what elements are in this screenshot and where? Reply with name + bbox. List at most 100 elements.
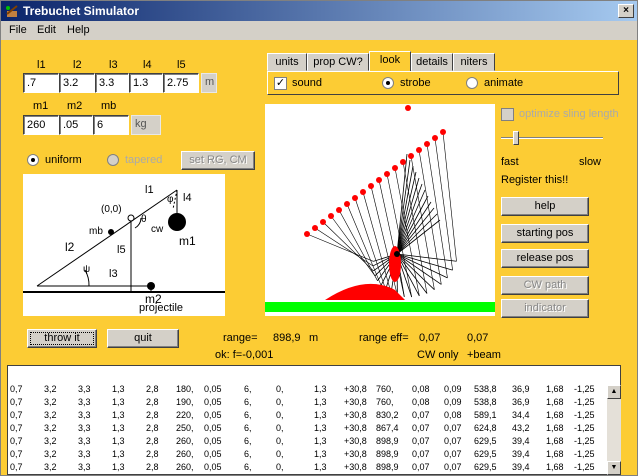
close-button[interactable]: × — [618, 4, 634, 18]
menu-help[interactable]: Help — [67, 24, 90, 36]
table-cell: 0,05 — [204, 449, 222, 459]
m2-field[interactable]: .05 — [59, 115, 93, 135]
mb-field[interactable]: 6 — [93, 115, 129, 135]
table-cell: 1,3 — [314, 410, 327, 420]
projectile-strobe-dot — [320, 219, 326, 225]
header-m1: m1 — [33, 100, 49, 112]
beam-strobe-line — [396, 253, 448, 279]
l2-field[interactable]: 3.2 — [59, 73, 95, 93]
table-cell: 1,3 — [112, 462, 125, 472]
m1-field[interactable]: 260 — [23, 115, 59, 135]
table-cell: 3,3 — [78, 384, 91, 394]
tab-details[interactable]: details — [411, 53, 453, 71]
trebuchet-app-icon — [6, 5, 18, 17]
scroll-up-icon[interactable]: ▲ — [607, 385, 621, 399]
table-cell: 0, — [276, 436, 284, 446]
table-cell: 3,3 — [78, 410, 91, 420]
table-cell: 0,08 — [412, 384, 430, 394]
table-cell: 0,07 — [412, 462, 430, 472]
origin-label: (0,0) — [101, 204, 122, 215]
cw-path-button[interactable]: CW path — [501, 276, 589, 295]
table-cell: 1,3 — [112, 397, 125, 407]
table-cell: 0,09 — [444, 384, 462, 394]
simulation-canvas — [265, 104, 495, 316]
table-cell: 36,9 — [512, 384, 530, 394]
tapered-radio[interactable] — [107, 154, 119, 166]
title-bar[interactable]: Trebuchet Simulator × — [1, 1, 637, 21]
table-cell: 629,5 — [474, 436, 497, 446]
results-table[interactable]: 0,7 3,2 3,3 1,3 2,8 180, 0,05 6, 0, 1,3 +30,8 760, 0… — [7, 365, 621, 475]
animate-radio[interactable] — [466, 77, 478, 89]
indicator-button[interactable]: indicator — [501, 299, 589, 318]
diagram-m1-label: m1 — [179, 234, 196, 248]
table-cell: 629,5 — [474, 449, 497, 459]
release-pos-button[interactable]: release pos — [501, 249, 589, 268]
tab-niters[interactable]: niters — [453, 53, 495, 71]
table-cell: 898,9 — [376, 449, 399, 459]
l4-field[interactable]: 1.3 — [129, 73, 163, 93]
diagram-l1-label: l1 — [145, 184, 154, 196]
table-cell: 1,3 — [314, 462, 327, 472]
projectile-strobe-dot — [432, 135, 438, 141]
table-cell: 898,9 — [376, 462, 399, 472]
table-cell: 43,2 — [512, 423, 530, 433]
table-cell: 0,07 — [444, 462, 462, 472]
sling-strobe-line — [442, 131, 457, 262]
starting-pos-button[interactable]: starting pos — [501, 224, 589, 243]
table-cell: 1,3 — [314, 397, 327, 407]
window-title: Trebuchet Simulator — [23, 4, 140, 18]
menu-file[interactable]: File — [9, 24, 27, 36]
table-cell: 6, — [244, 410, 252, 420]
register-label[interactable]: Register this!! — [501, 174, 568, 186]
table-cell: 3,2 — [44, 410, 57, 420]
table-scrollbar[interactable]: ▲ ▼ — [607, 385, 621, 475]
quit-button[interactable]: quit — [107, 329, 179, 348]
table-cell: 39,4 — [512, 462, 530, 472]
table-cell: 0, — [276, 384, 284, 394]
table-cell: 3,2 — [44, 436, 57, 446]
range-unit: m — [309, 332, 319, 344]
table-cell: -1,25 — [574, 410, 595, 420]
table-cell: 180, — [176, 384, 194, 394]
table-cell: 220, — [176, 410, 194, 420]
ground-bar — [265, 302, 495, 312]
table-cell: 1,68 — [546, 449, 564, 459]
table-cell: 2,8 — [146, 397, 159, 407]
set-rg-cm-button[interactable]: set RG, CM — [181, 151, 255, 170]
tab-prop-cw[interactable]: prop CW? — [307, 53, 369, 71]
projectile-strobe-dot — [328, 213, 334, 219]
scroll-down-icon[interactable]: ▼ — [607, 461, 621, 475]
diagram-l5-label: l5 — [117, 244, 126, 256]
sound-checkbox[interactable]: ✓ — [274, 77, 287, 90]
l5-field[interactable]: 2.75 — [163, 73, 199, 93]
sling-strobe-line — [330, 215, 376, 276]
release-projectile-dot — [405, 105, 411, 111]
strobe-drawing — [265, 105, 495, 312]
table-cell: 0,08 — [412, 397, 430, 407]
table-cell: 0,7 — [10, 397, 23, 407]
l1-field[interactable]: .7 — [23, 73, 59, 93]
tab-look[interactable]: look — [369, 51, 411, 72]
help-button[interactable]: help — [501, 197, 589, 216]
table-cell: 538,8 — [474, 397, 497, 407]
table-cell: 1,3 — [112, 423, 125, 433]
tab-units[interactable]: units — [267, 53, 307, 71]
optimize-checkbox[interactable] — [501, 108, 514, 121]
eff-value-2: 0,07 — [467, 332, 489, 344]
throw-button[interactable]: throw it — [27, 329, 97, 348]
range-value: 898,9 — [273, 332, 301, 344]
table-cell: 3,2 — [44, 423, 57, 433]
table-cell: 34,4 — [512, 410, 530, 420]
table-cell: -1,25 — [574, 384, 595, 394]
counterweight-path — [325, 283, 405, 300]
table-cell: 0,7 — [10, 384, 23, 394]
speed-slider-thumb[interactable] — [513, 131, 519, 145]
eff-value-1: 0,07 — [419, 332, 441, 344]
l3-field[interactable]: 3.3 — [95, 73, 129, 93]
menu-edit[interactable]: Edit — [37, 24, 56, 36]
uniform-radio[interactable] — [27, 154, 39, 166]
trebuchet-diagram: (0,0) l1 φ l4 θ cw m1 mb l2 l5 ψ l3 m2 p… — [23, 174, 225, 316]
table-cell: 1,3 — [314, 436, 327, 446]
header-l5: l5 — [177, 59, 186, 71]
strobe-radio[interactable] — [382, 77, 394, 89]
